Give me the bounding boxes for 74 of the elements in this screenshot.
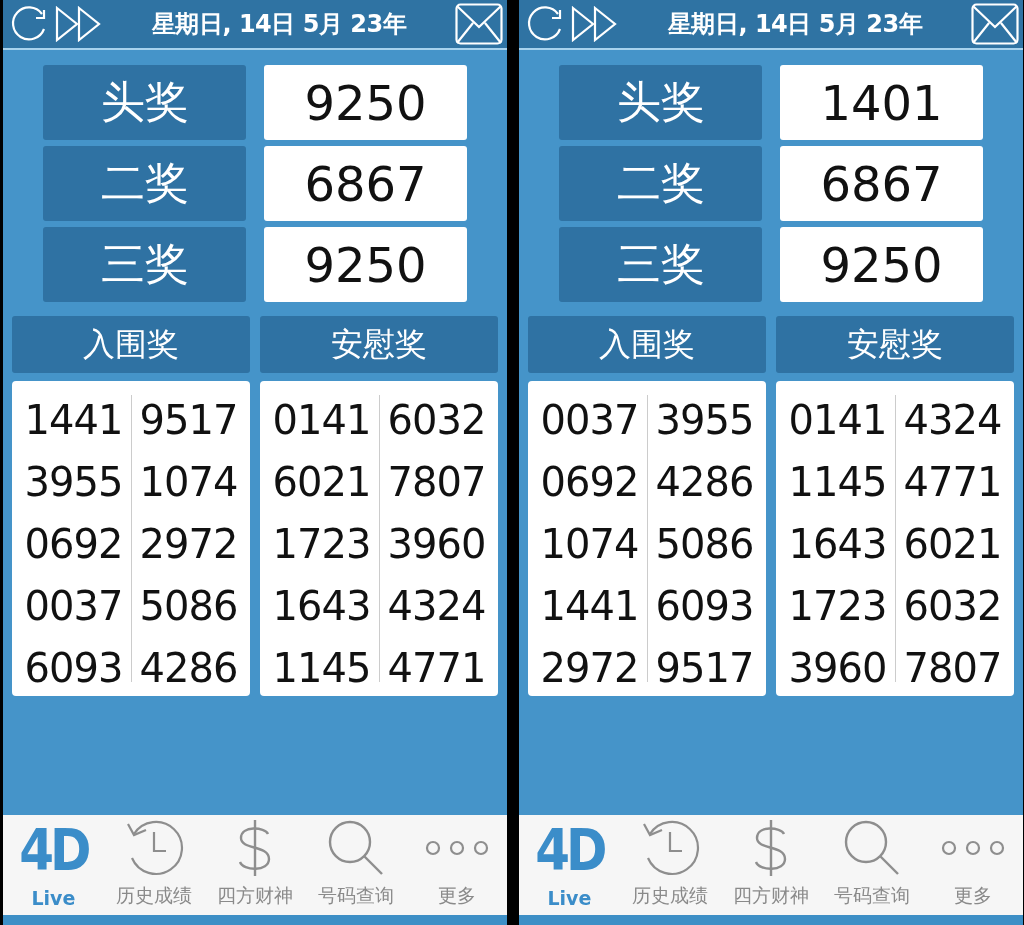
fast-forward-icon[interactable] bbox=[571, 6, 619, 42]
winning-number: 6032 bbox=[386, 396, 487, 445]
mail-icon[interactable] bbox=[971, 3, 1019, 45]
winning-number: 5086 bbox=[138, 582, 239, 631]
winning-number: 5086 bbox=[654, 520, 755, 569]
winning-number: 4771 bbox=[902, 458, 1003, 507]
winning-number: 1145 bbox=[787, 458, 888, 507]
winning-number: 0692 bbox=[23, 520, 124, 569]
winning-number: 0037 bbox=[539, 396, 640, 445]
winning-number: 6032 bbox=[902, 582, 1003, 631]
nav-tab[interactable]: 号码查询 bbox=[305, 815, 407, 915]
section-header: 安慰奖 bbox=[776, 316, 1014, 373]
nav-tab[interactable]: 4D Live bbox=[519, 815, 620, 915]
prize-label: 三奖 bbox=[559, 227, 762, 302]
winning-number: 0141 bbox=[271, 396, 372, 445]
winning-number: 2972 bbox=[539, 644, 640, 693]
date-title: 星期日, 14日 5月 23年 bbox=[150, 9, 408, 40]
winning-number: 4286 bbox=[654, 458, 755, 507]
prize-number: 6867 bbox=[264, 146, 467, 221]
mail-icon[interactable] bbox=[455, 3, 503, 45]
winning-number: 3955 bbox=[654, 396, 755, 445]
winning-number: 6021 bbox=[902, 520, 1003, 569]
winning-number: 6093 bbox=[654, 582, 755, 631]
logo: 4D bbox=[535, 820, 604, 879]
prize-label: 二奖 bbox=[43, 146, 246, 221]
winning-number: 2972 bbox=[138, 520, 239, 569]
nav-tab[interactable]: 历史成绩 bbox=[619, 815, 721, 915]
winning-number: 7807 bbox=[902, 644, 1003, 693]
prize-number: 6867 bbox=[780, 146, 983, 221]
winning-number: 4286 bbox=[138, 644, 239, 693]
winning-number: 6093 bbox=[23, 644, 124, 693]
section-header: 入围奖 bbox=[528, 316, 766, 373]
winning-number: 4324 bbox=[386, 582, 487, 631]
winning-number: 1723 bbox=[271, 520, 372, 569]
winning-number: 0141 bbox=[787, 396, 888, 445]
winning-number: 1074 bbox=[539, 520, 640, 569]
nav-tab[interactable]: 更多 bbox=[922, 815, 1023, 915]
winning-number: 6021 bbox=[271, 458, 372, 507]
section-header: 入围奖 bbox=[12, 316, 250, 373]
winning-number: 3960 bbox=[386, 520, 487, 569]
winning-number: 0692 bbox=[539, 458, 640, 507]
prize-number: 1401 bbox=[780, 65, 983, 140]
winning-number: 1441 bbox=[23, 396, 124, 445]
winning-number: 3955 bbox=[23, 458, 124, 507]
nav-tab[interactable]: 四方财神 bbox=[720, 815, 822, 915]
winning-number: 4324 bbox=[902, 396, 1003, 445]
winning-number: 1441 bbox=[539, 582, 640, 631]
winning-number: 1643 bbox=[271, 582, 372, 631]
prize-label: 二奖 bbox=[559, 146, 762, 221]
fast-forward-icon[interactable] bbox=[55, 6, 103, 42]
nav-tab[interactable]: 4D Live bbox=[3, 815, 104, 915]
winning-number: 9517 bbox=[654, 644, 755, 693]
prize-label: 头奖 bbox=[559, 65, 762, 140]
section-header: 安慰奖 bbox=[260, 316, 498, 373]
winning-number: 7807 bbox=[386, 458, 487, 507]
nav-tab[interactable]: 号码查询 bbox=[821, 815, 923, 915]
winning-number: 3960 bbox=[787, 644, 888, 693]
prize-label: 头奖 bbox=[43, 65, 246, 140]
nav-tab[interactable]: 历史成绩 bbox=[103, 815, 205, 915]
logo: 4D bbox=[19, 820, 88, 879]
date-title: 星期日, 14日 5月 23年 bbox=[666, 9, 924, 40]
nav-tab[interactable]: 四方财神 bbox=[204, 815, 306, 915]
winning-number: 0037 bbox=[23, 582, 124, 631]
winning-number: 9517 bbox=[138, 396, 239, 445]
prize-number: 9250 bbox=[780, 227, 983, 302]
prize-number: 9250 bbox=[264, 227, 467, 302]
winning-number: 1723 bbox=[787, 582, 888, 631]
winning-number: 4771 bbox=[386, 644, 487, 693]
winning-number: 1643 bbox=[787, 520, 888, 569]
winning-number: 1074 bbox=[138, 458, 239, 507]
prize-label: 三奖 bbox=[43, 227, 246, 302]
nav-tab[interactable]: 更多 bbox=[406, 815, 507, 915]
prize-number: 9250 bbox=[264, 65, 467, 140]
winning-number: 1145 bbox=[271, 644, 372, 693]
